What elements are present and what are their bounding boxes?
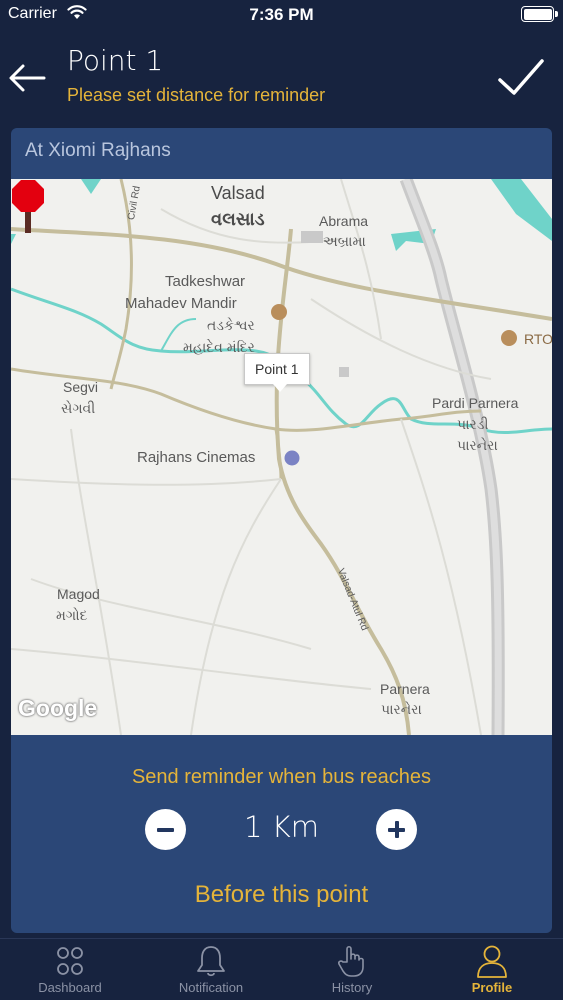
hand-pointer-icon	[338, 945, 364, 977]
battery-icon	[521, 6, 554, 22]
map-base	[11, 179, 552, 735]
clock: 7:36 PM	[249, 5, 314, 24]
marker-callout[interactable]: Point 1	[244, 353, 310, 392]
tab-label-notification: Notification	[178, 980, 244, 995]
stop-sign-marker-icon[interactable]	[11, 179, 45, 235]
card-title: At Xiomi Rajhans	[25, 140, 171, 161]
point-card: At Xiomi Rajhans Valsad વલસાડ Abrama અબ્…	[11, 128, 552, 933]
tab-bar: Dashboard Notification History Profile	[0, 938, 563, 1000]
map-label-pardi-gu-1: પારડી	[457, 416, 489, 432]
map-label-parnera-gu: પારનેરા	[381, 701, 422, 717]
page-subtitle: Please set distance for reminder	[67, 85, 326, 105]
map-label-tadkeshwar-2: Mahadev Mandir	[125, 295, 237, 312]
confirm-checkmark-icon[interactable]	[495, 56, 547, 100]
tab-notification[interactable]: Notification	[141, 939, 281, 1000]
map-label-segvi-gu: સેગવી	[61, 400, 96, 416]
map-label-valsad: Valsad	[211, 183, 265, 203]
tab-history[interactable]: History	[282, 939, 422, 1000]
nav-header: Point 1 Please set distance for reminder	[0, 30, 563, 120]
map-label-magod-gu: મગોદ	[56, 607, 88, 623]
map-label-valsad-gu: વલસાડ	[211, 209, 265, 229]
map-label-magod: Magod	[57, 586, 100, 602]
map-label-tadkeshwar-gu-1: તડકેશ્વર	[207, 317, 255, 333]
map-label-abrama-gu: અબ્રામા	[323, 233, 366, 249]
map-label-pardi: Pardi Parnera	[432, 395, 519, 411]
battery-tip	[555, 11, 558, 17]
map-label-segvi: Segvi	[63, 379, 99, 395]
google-attribution: Google	[18, 695, 98, 721]
reminder-suffix: Before this point	[194, 881, 369, 908]
tab-label-history: History	[331, 980, 373, 995]
tab-label-profile: Profile	[471, 980, 513, 995]
map-label-pardi-gu-2: પારનેરા	[457, 437, 498, 453]
increase-distance-button[interactable]	[376, 809, 417, 850]
tab-profile[interactable]: Profile	[422, 939, 562, 1000]
map-label-tadkeshwar-1: Tadkeshwar	[165, 273, 246, 290]
reminder-prompt: Send reminder when bus reaches	[131, 766, 432, 788]
tab-label-dashboard: Dashboard	[38, 980, 102, 995]
user-icon	[477, 945, 507, 978]
map-label-abrama: Abrama	[319, 213, 369, 229]
back-arrow-icon[interactable]	[6, 58, 50, 98]
tab-dashboard[interactable]: Dashboard	[0, 939, 140, 1000]
page-title: Point 1	[67, 44, 164, 77]
map-label-parnera: Parnera	[380, 681, 430, 697]
distance-value: 1 Km	[244, 810, 319, 844]
status-bar: Carrier 7:36 PM	[0, 0, 563, 30]
grid-dots-icon	[57, 947, 83, 975]
map-view[interactable]: Valsad વલસાડ Abrama અબ્રામા Civil Rd Tad…	[11, 179, 552, 735]
map-label-rto: RTO	[524, 331, 552, 347]
bell-icon	[197, 946, 225, 977]
map-label-cinema: Rajhans Cinemas	[137, 449, 256, 466]
